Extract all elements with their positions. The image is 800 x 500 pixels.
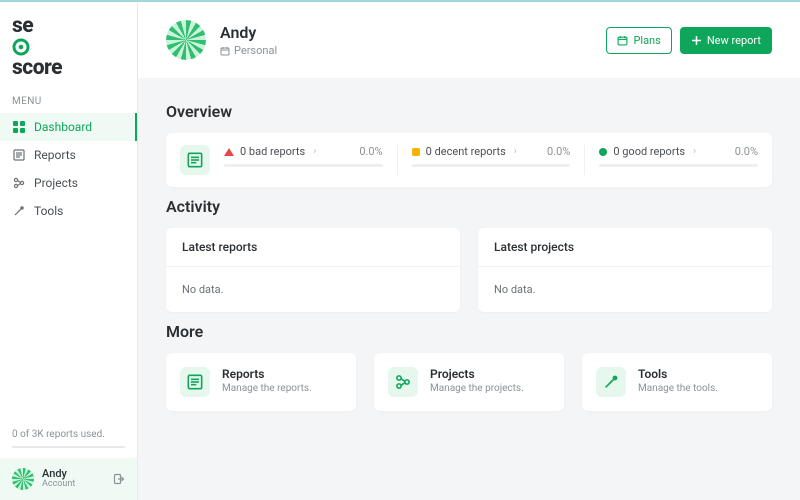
- sidebar-item-reports[interactable]: Reports: [0, 141, 137, 169]
- section-title-activity: Activity: [166, 197, 772, 216]
- square-yellow-icon: [412, 148, 420, 156]
- sidebar-item-label: Dashboard: [34, 120, 92, 134]
- avatar-icon: [12, 468, 34, 490]
- tools-icon: [12, 204, 26, 218]
- more-card-subtitle: Manage the tools.: [638, 383, 718, 394]
- chevron-right-icon: ›: [514, 146, 517, 157]
- chevron-right-icon: ›: [313, 146, 316, 157]
- header: Andy Personal Plans New report: [138, 2, 800, 78]
- page-title: Andy: [220, 23, 277, 42]
- card-body: No data.: [166, 267, 460, 312]
- sidebar-item-tools[interactable]: Tools: [0, 197, 137, 225]
- logo: se score: [0, 2, 137, 86]
- projects-icon: [12, 176, 26, 190]
- overview-panel: 0 bad reports › 0.0% 0 decent reports › …: [166, 133, 772, 187]
- overview-decent-reports[interactable]: 0 decent reports › 0.0%: [397, 145, 571, 175]
- menu-heading: MENU: [0, 86, 137, 113]
- overview-pct: 0.0%: [735, 145, 758, 158]
- sidebar-item-label: Reports: [34, 148, 76, 162]
- plus-icon: [691, 35, 702, 46]
- triangle-red-icon: [224, 148, 234, 156]
- more-card-projects[interactable]: Projects Manage the projects.: [374, 353, 564, 411]
- sidebar-item-dashboard[interactable]: Dashboard: [0, 113, 137, 141]
- more-card-title: Reports: [222, 367, 312, 381]
- circle-green-icon: [599, 148, 607, 156]
- logo-target-icon: [12, 38, 125, 56]
- chevron-right-icon: ›: [693, 146, 696, 157]
- plans-button[interactable]: Plans: [606, 27, 671, 54]
- card-body: No data.: [478, 267, 772, 312]
- logo-part-se: se: [12, 14, 33, 38]
- avatar-icon: [166, 20, 206, 60]
- overview-good-reports[interactable]: 0 good reports › 0.0%: [584, 145, 758, 175]
- dashboard-icon: [12, 120, 26, 134]
- more-card-subtitle: Manage the projects.: [430, 383, 524, 394]
- tools-icon: [596, 367, 626, 397]
- latest-reports-card: Latest reports No data.: [166, 228, 460, 312]
- calendar-icon: [617, 35, 628, 46]
- account-role: Account: [42, 480, 75, 490]
- progress-bar: [224, 164, 383, 167]
- progress-bar: [412, 164, 571, 167]
- new-report-button[interactable]: New report: [680, 27, 772, 54]
- overview-pct: 0.0%: [359, 145, 382, 158]
- menu-list: Dashboard Reports Projects Tools: [0, 113, 137, 225]
- logout-icon[interactable]: [113, 473, 125, 485]
- section-title-more: More: [166, 322, 772, 341]
- more-card-reports[interactable]: Reports Manage the reports.: [166, 353, 356, 411]
- card-title: Latest projects: [478, 228, 772, 267]
- report-icon: [180, 145, 210, 175]
- calendar-icon: [220, 46, 230, 56]
- section-title-overview: Overview: [166, 102, 772, 121]
- progress-bar: [599, 164, 758, 167]
- more-card-title: Tools: [638, 367, 718, 381]
- more-card-tools[interactable]: Tools Manage the tools.: [582, 353, 772, 411]
- sidebar: se score MENU Dashboard Reports Projects…: [0, 2, 138, 500]
- overview-bad-reports[interactable]: 0 bad reports › 0.0%: [224, 145, 383, 175]
- overview-pct: 0.0%: [547, 145, 570, 158]
- reports-icon: [12, 148, 26, 162]
- latest-projects-card: Latest projects No data.: [478, 228, 772, 312]
- usage-progress-bar: [12, 446, 125, 448]
- account-block[interactable]: Andy Account: [0, 458, 137, 500]
- more-card-title: Projects: [430, 367, 524, 381]
- sidebar-item-projects[interactable]: Projects: [0, 169, 137, 197]
- projects-icon: [388, 367, 418, 397]
- logo-part-score: score: [12, 56, 62, 80]
- card-title: Latest reports: [166, 228, 460, 267]
- usage-text: 0 of 3K reports used.: [0, 423, 137, 440]
- sidebar-item-label: Tools: [34, 204, 63, 218]
- more-card-subtitle: Manage the reports.: [222, 383, 312, 394]
- reports-icon: [180, 367, 210, 397]
- sidebar-item-label: Projects: [34, 176, 78, 190]
- main: Andy Personal Plans New report Overview: [138, 2, 800, 500]
- page-subtitle: Personal: [220, 44, 277, 57]
